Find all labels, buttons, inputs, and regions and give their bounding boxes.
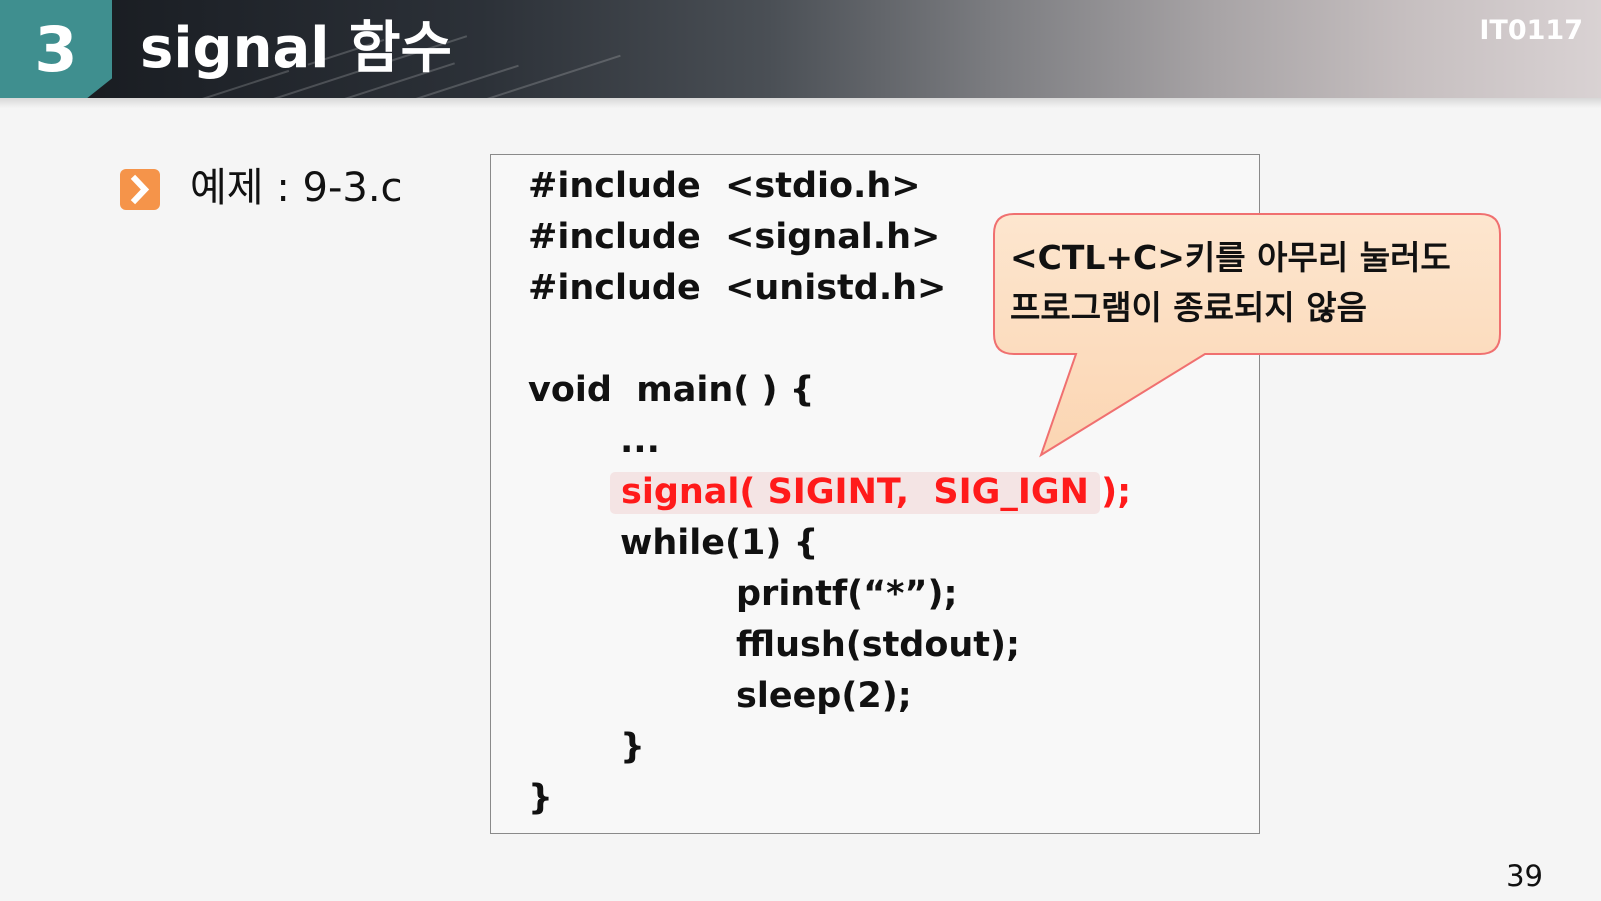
callout-bubble bbox=[993, 213, 1501, 458]
callout-line-2: 프로그램이 종료되지 않음 bbox=[1010, 288, 1367, 327]
page-number: 39 bbox=[1506, 859, 1543, 893]
callout-line-1: <CTL+C>키를 아무리 눌러도 bbox=[1010, 238, 1451, 277]
